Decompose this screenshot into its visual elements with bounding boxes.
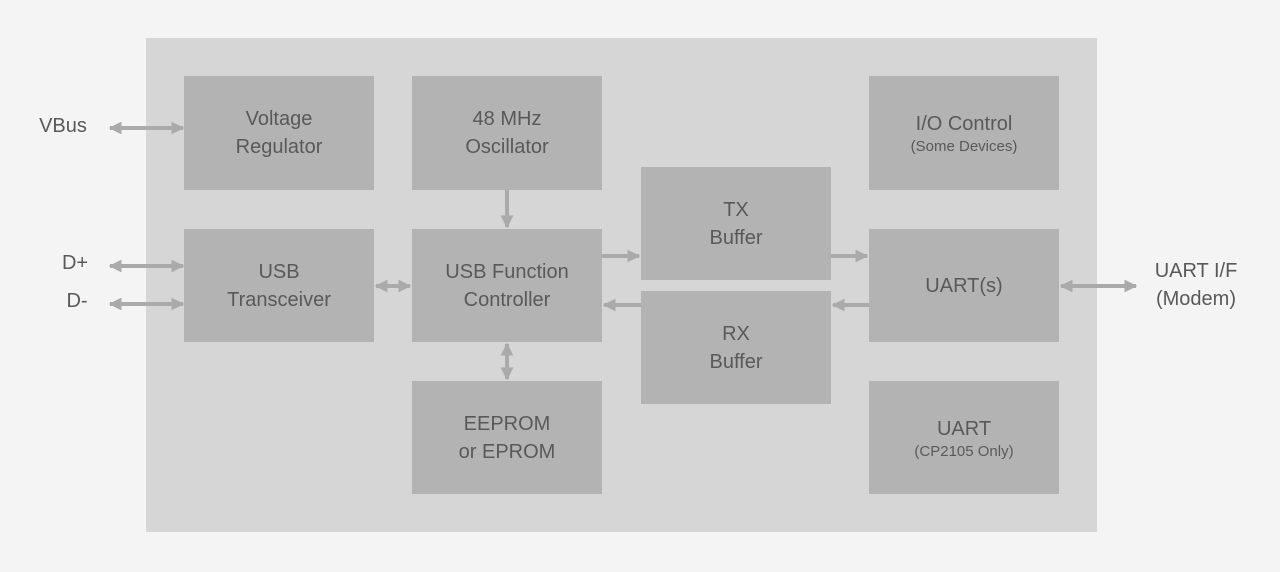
connection-arrows xyxy=(108,121,1138,381)
